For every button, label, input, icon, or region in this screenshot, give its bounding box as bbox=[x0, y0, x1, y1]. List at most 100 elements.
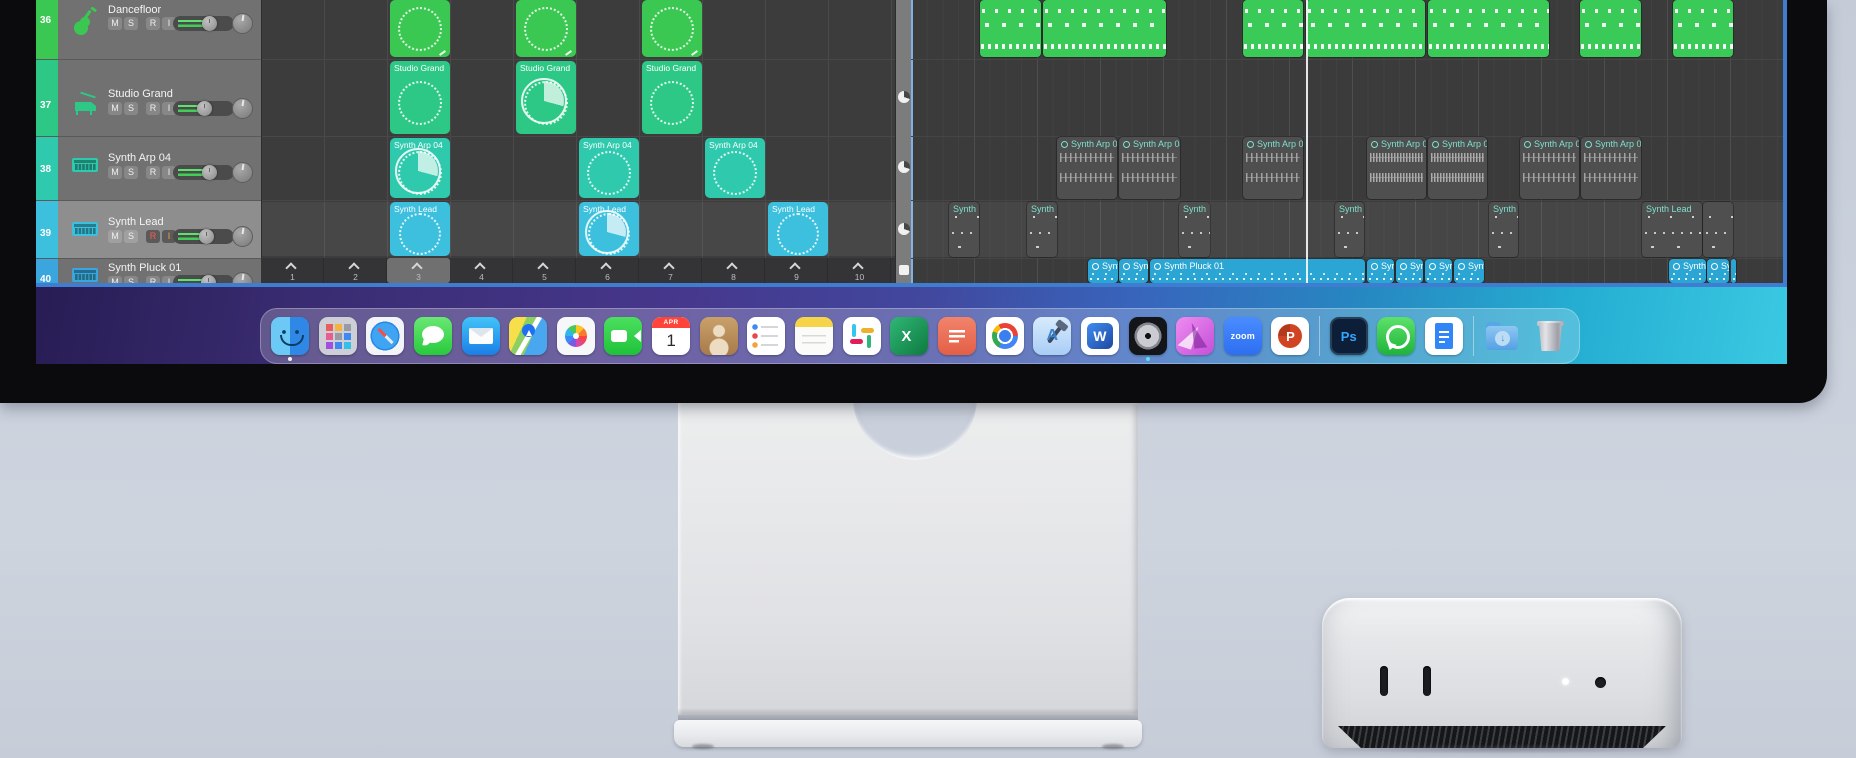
playhead[interactable] bbox=[1306, 0, 1308, 283]
region[interactable]: Sy bbox=[1707, 259, 1729, 283]
dock-item-finder[interactable] bbox=[271, 317, 309, 361]
loop-cell[interactable]: Studio Grand bbox=[390, 61, 450, 134]
volume-knob[interactable] bbox=[202, 165, 217, 180]
volume-knob[interactable] bbox=[201, 275, 216, 283]
dock-item-quip[interactable] bbox=[937, 317, 976, 355]
solo-button[interactable]: S bbox=[124, 230, 138, 243]
scene-trigger-cell[interactable]: 9 bbox=[765, 258, 828, 283]
scene-trigger-cell[interactable]: 2 bbox=[324, 258, 387, 283]
dock-item-maps[interactable] bbox=[509, 317, 548, 355]
region[interactable]: Synth bbox=[1335, 202, 1364, 257]
region[interactable]: Synth Pluck 01 bbox=[1150, 259, 1365, 283]
region[interactable] bbox=[1703, 202, 1733, 257]
dock-item-notes[interactable] bbox=[795, 317, 834, 355]
region[interactable] bbox=[980, 0, 1041, 57]
loop-cell[interactable]: Synth Arp 04 bbox=[579, 138, 639, 198]
loop-cell[interactable]: Studio Grand bbox=[642, 61, 702, 134]
scene-trigger-cell[interactable]: 8 bbox=[702, 258, 765, 283]
dock-item-photos[interactable] bbox=[556, 317, 595, 355]
volume-slider[interactable] bbox=[173, 101, 234, 116]
region[interactable] bbox=[1731, 259, 1736, 283]
dock-item-contacts[interactable] bbox=[699, 317, 738, 355]
divider-pie-icon[interactable] bbox=[898, 223, 910, 235]
solo-button[interactable]: S bbox=[124, 102, 138, 115]
dock-item-dvd[interactable] bbox=[1128, 317, 1167, 361]
dock-item-chrome[interactable] bbox=[985, 317, 1024, 355]
region[interactable]: Synth bbox=[1179, 202, 1210, 257]
loop-cell[interactable]: Synth Arp 04 bbox=[705, 138, 765, 198]
solo-button[interactable]: S bbox=[124, 166, 138, 179]
scene-trigger-cell[interactable]: 3 bbox=[387, 258, 450, 283]
volume-knob[interactable] bbox=[197, 101, 212, 116]
dock-item-whatsapp[interactable] bbox=[1377, 317, 1416, 355]
pan-knob[interactable] bbox=[232, 13, 253, 34]
volume-slider[interactable] bbox=[173, 275, 234, 283]
dock-item-reminders[interactable] bbox=[747, 317, 786, 355]
region[interactable]: Synth Arp 04 bbox=[1243, 137, 1303, 199]
scene-trigger-cell[interactable]: 7 bbox=[639, 258, 702, 283]
region[interactable]: Synth Lead bbox=[1642, 202, 1702, 257]
region[interactable]: Synt bbox=[1367, 259, 1394, 283]
mute-button[interactable]: M bbox=[108, 166, 122, 179]
dock-item-facetime[interactable] bbox=[604, 317, 643, 355]
record-enable-button[interactable]: R bbox=[146, 166, 160, 179]
dock-item-xcode[interactable]: A bbox=[1033, 317, 1072, 355]
mute-button[interactable]: M bbox=[108, 230, 122, 243]
pan-knob[interactable] bbox=[232, 226, 253, 247]
region[interactable]: Synth Arp 04 bbox=[1119, 137, 1180, 199]
volume-slider[interactable] bbox=[173, 229, 234, 244]
region[interactable] bbox=[1043, 0, 1166, 57]
dock-item-trash[interactable] bbox=[1531, 317, 1569, 355]
tracks-area[interactable]: Synth Arp 04 Synth Arp 04 Synth Arp 04 Synt… bbox=[911, 0, 1783, 283]
scene-trigger-cell[interactable]: 1 bbox=[261, 258, 324, 283]
region[interactable]: Synt bbox=[1119, 259, 1148, 283]
dock-item-affinity[interactable] bbox=[1176, 317, 1215, 355]
region[interactable]: Synt bbox=[1425, 259, 1452, 283]
record-enable-button[interactable]: R bbox=[146, 276, 160, 283]
region[interactable]: Synt bbox=[1088, 259, 1118, 283]
region[interactable]: Synth bbox=[1027, 202, 1057, 257]
region[interactable]: Synth Arp 04 bbox=[1367, 137, 1426, 199]
dock-item-gdocs[interactable] bbox=[1425, 317, 1464, 355]
dock-item-messages[interactable] bbox=[413, 317, 452, 355]
mute-button[interactable]: M bbox=[108, 276, 122, 283]
volume-knob[interactable] bbox=[199, 229, 214, 244]
dock-item-mail[interactable] bbox=[461, 317, 500, 355]
loop-cell[interactable] bbox=[516, 0, 576, 57]
dock-item-downloads[interactable]: ↓ bbox=[1483, 317, 1521, 355]
dock-item-zoom[interactable]: zoom bbox=[1223, 317, 1262, 355]
dock-item-powerpoint[interactable]: P bbox=[1271, 317, 1310, 355]
region[interactable] bbox=[1243, 0, 1303, 57]
region[interactable]: Synt bbox=[1396, 259, 1423, 283]
dock-item-photoshop[interactable]: Ps bbox=[1329, 317, 1368, 355]
divider-pie-icon[interactable] bbox=[898, 161, 910, 173]
solo-button[interactable]: S bbox=[124, 17, 138, 30]
record-enable-button[interactable]: R bbox=[146, 230, 160, 243]
loop-cell[interactable]: Synth Lead bbox=[390, 202, 450, 256]
region[interactable] bbox=[1306, 0, 1425, 57]
solo-button[interactable]: S bbox=[124, 276, 138, 283]
region[interactable]: Synth bbox=[1489, 202, 1518, 257]
dock-item-word[interactable]: W bbox=[1080, 317, 1119, 355]
scene-trigger-cell[interactable]: 10 bbox=[828, 258, 891, 283]
loop-cell[interactable] bbox=[642, 0, 702, 57]
pan-knob[interactable] bbox=[232, 162, 253, 183]
divider-pie-icon[interactable] bbox=[898, 91, 910, 103]
region[interactable] bbox=[1580, 0, 1641, 57]
record-enable-button[interactable]: R bbox=[146, 102, 160, 115]
dock-item-slack[interactable] bbox=[842, 317, 881, 355]
scene-trigger-cell[interactable]: 5 bbox=[513, 258, 576, 283]
dock-item-excel[interactable]: X bbox=[890, 317, 929, 355]
loop-cell[interactable]: Synth Arp 04 bbox=[390, 138, 450, 198]
pan-knob[interactable] bbox=[232, 98, 253, 119]
dock-item-launchpad[interactable] bbox=[318, 317, 357, 355]
loop-cell[interactable]: Studio Grand bbox=[516, 61, 576, 134]
region[interactable] bbox=[1673, 0, 1733, 57]
loop-cell[interactable] bbox=[390, 0, 450, 57]
mute-button[interactable]: M bbox=[108, 17, 122, 30]
volume-slider[interactable] bbox=[173, 16, 234, 31]
volume-slider[interactable] bbox=[173, 165, 234, 180]
live-loops-grid[interactable]: Studio Grand Studio Grand Studio Grand Synt… bbox=[261, 0, 896, 283]
region[interactable]: Synth bbox=[949, 202, 979, 257]
divider-stop-icon[interactable] bbox=[899, 265, 909, 275]
